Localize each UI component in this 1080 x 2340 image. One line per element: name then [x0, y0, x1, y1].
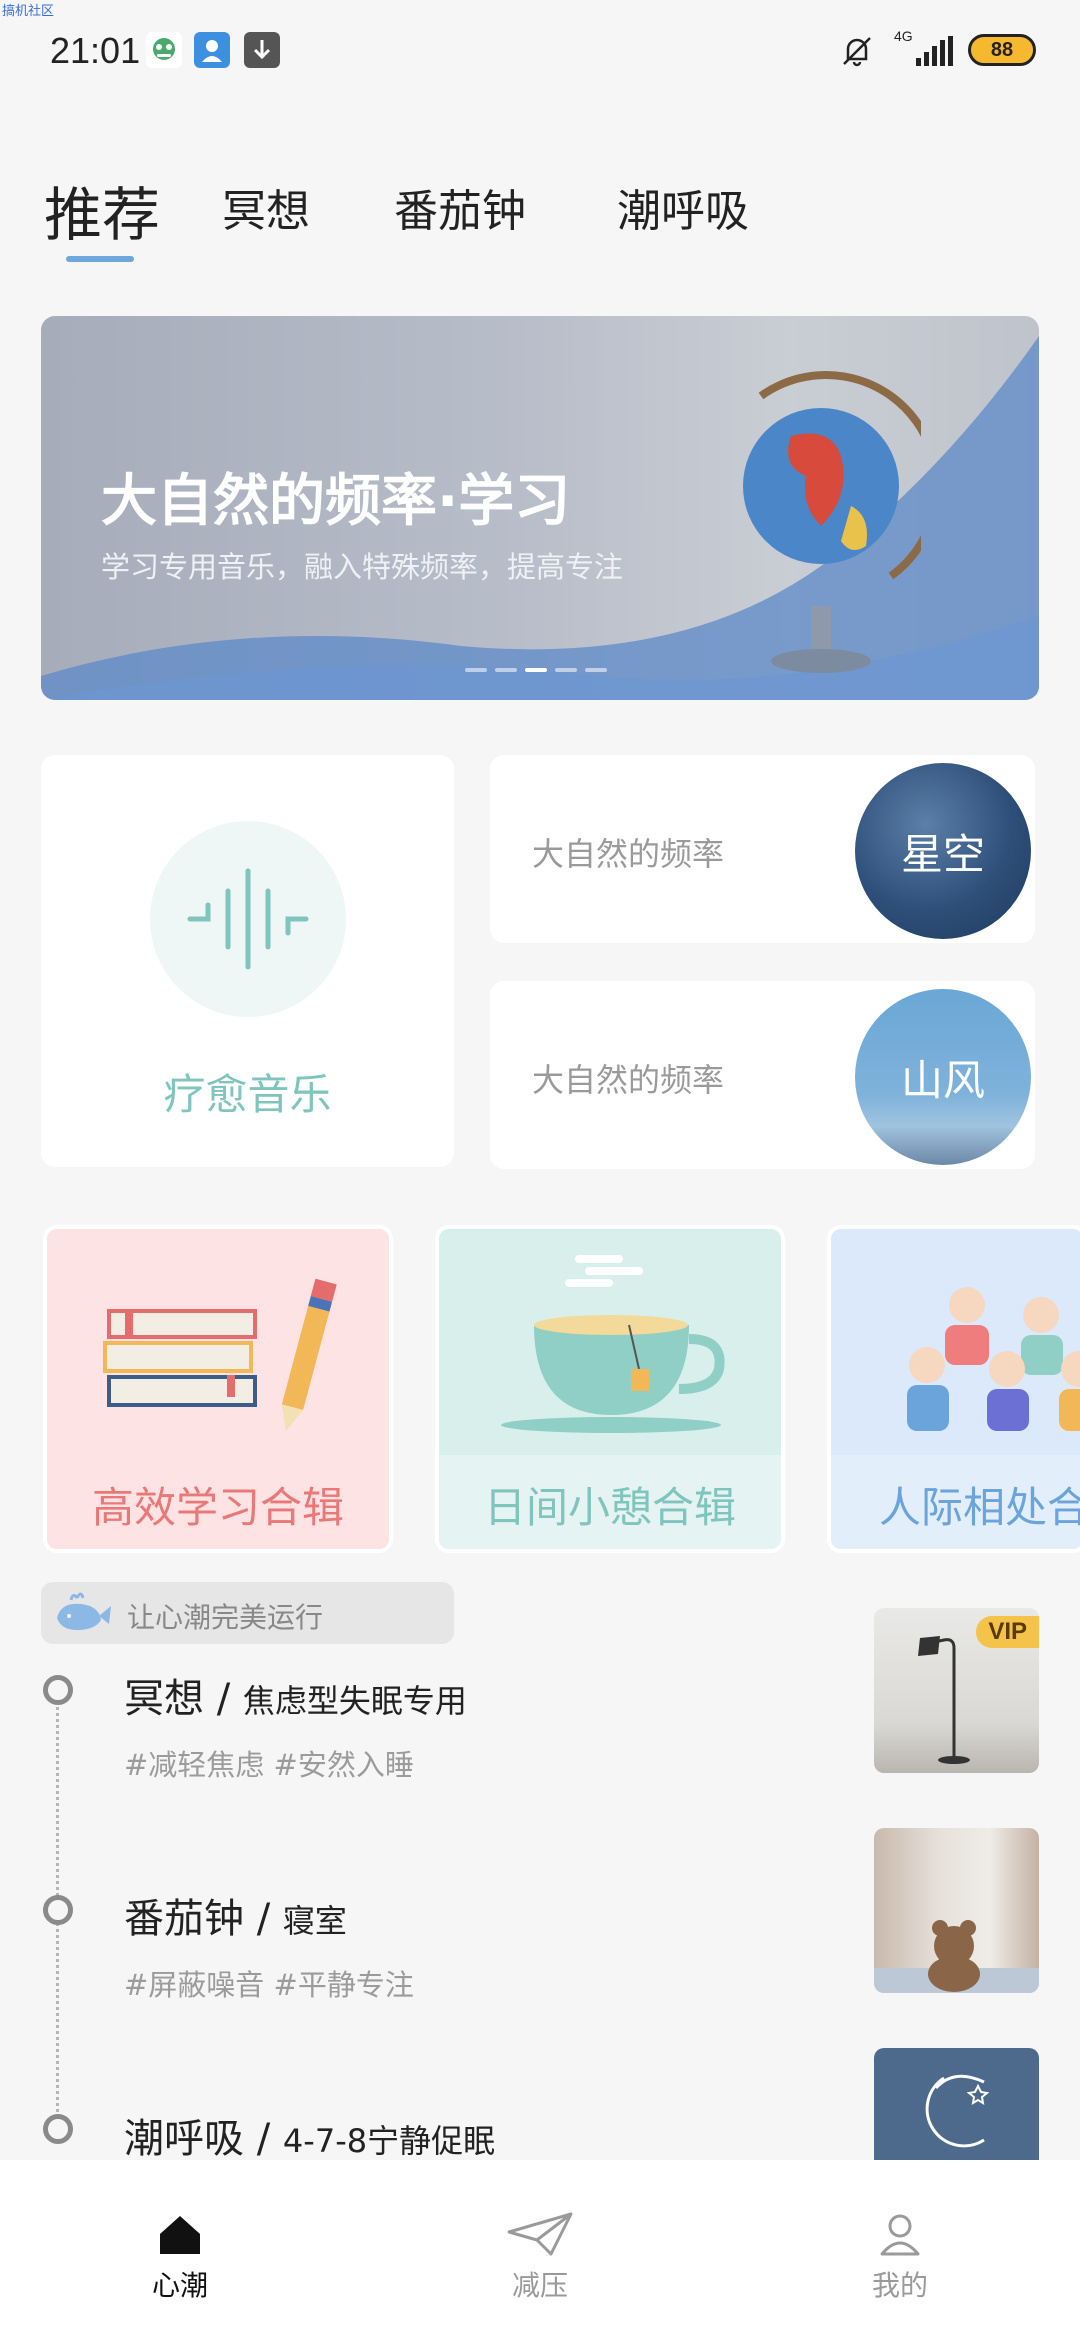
starry-sky-badge-label: 星空 [900, 829, 985, 879]
timeline-item-title[interactable]: 番茄钟 / 寝室 [124, 1886, 347, 1944]
title-separator: / [256, 1896, 271, 1942]
timeline-item-subtitle: 寝室 [282, 1902, 347, 1940]
timeline-node [43, 1895, 73, 1925]
timeline-item-name: 番茄钟 [124, 1896, 244, 1942]
teddy-bear-image [874, 1920, 1039, 1993]
banner-carousel[interactable]: 大自然的频率·学习 学习专用音乐，融入特殊频率，提高专注 [41, 316, 1039, 700]
tab-active-indicator [66, 256, 134, 262]
mountain-wind-badge: 山风 [855, 989, 1031, 1165]
tea-cup-image [439, 1229, 781, 1455]
carousel-dot [495, 668, 517, 672]
frequency-card-starry[interactable]: 大自然的频率 星空 [490, 755, 1035, 943]
timeline-thumbnail-bedroom[interactable] [874, 1828, 1039, 1993]
nav-label: 心潮 [151, 2269, 208, 2302]
tab-pomodoro[interactable]: 番茄钟 [394, 175, 526, 239]
carousel-dot-active [525, 668, 547, 672]
carousel-dot [555, 668, 577, 672]
mountain-wind-badge-label: 山风 [900, 1055, 985, 1105]
battery-icon: 88 [968, 34, 1036, 66]
sleeping-moon-icon [925, 2074, 990, 2148]
timeline-item-subtitle: 4-7-8宁静促眠 [282, 2122, 496, 2160]
app-notification-icon [194, 32, 230, 68]
sound-wave-icon [150, 821, 346, 1017]
vip-badge: VIP [976, 1616, 1039, 1648]
carousel-dot [585, 668, 607, 672]
tab-meditation[interactable]: 冥想 [222, 175, 310, 239]
network-type: 4G [894, 28, 913, 44]
starry-sky-badge: 星空 [855, 763, 1031, 939]
frequency-card-label: 大自然的频率 [532, 835, 725, 873]
timeline-item-subtitle: 焦虑型失眠专用 [242, 1682, 467, 1720]
profile-icon [880, 2214, 920, 2256]
nav-relax[interactable]: 减压 [480, 2210, 600, 2304]
nav-home[interactable]: 心潮 [120, 2210, 240, 2304]
timeline-item-name: 冥想 [124, 1676, 204, 1722]
collection-label: 日间小憩合辑 [439, 1455, 781, 1549]
carousel-indicator [465, 668, 607, 672]
paper-plane-icon [507, 2212, 573, 2256]
globe-image [743, 370, 921, 673]
title-separator: / [256, 2116, 271, 2162]
status-time: 21:01 [50, 30, 141, 71]
timeline-thumbnail-moon[interactable] [874, 2048, 1039, 2160]
mute-bell-icon [838, 32, 876, 74]
frequency-card-mountain[interactable]: 大自然的频率 山风 [490, 981, 1035, 1169]
collection-label: 高效学习合辑 [47, 1455, 389, 1549]
banner-title: 大自然的频率·学习 [101, 469, 571, 534]
title-separator: / [216, 1676, 231, 1722]
tab-recommend[interactable]: 推荐 [44, 168, 160, 252]
whale-icon [57, 1592, 111, 1630]
collection-label: 人际相处合辑 [831, 1455, 1080, 1549]
people-group-image [831, 1229, 1080, 1455]
banner-subtitle: 学习专用音乐，融入特殊频率，提高专注 [101, 550, 624, 584]
carousel-dot [465, 668, 487, 672]
download-icon [244, 32, 280, 68]
timeline-item-title[interactable]: 潮呼吸 / 4-7-8宁静促眠 [124, 2106, 495, 2164]
app-notification-icon [146, 32, 182, 68]
timeline-node [43, 1675, 73, 1705]
tab-breathing[interactable]: 潮呼吸 [617, 175, 749, 239]
healing-music-label: 疗愈音乐 [163, 1070, 332, 1119]
timeline-header-label: 让心潮完美运行 [127, 1601, 324, 1634]
timeline-item-tags: #屏蔽噪音 #平静专注 [124, 1968, 414, 2002]
collection-card-study[interactable]: 高效学习合辑 [43, 1225, 393, 1553]
timeline-item-tags: #减轻焦虑 #安然入睡 [124, 1748, 414, 1782]
timeline-header: 让心潮完美运行 [41, 1582, 454, 1644]
signal-icon [914, 36, 954, 70]
bottom-navigation: 心潮 减压 我的 [0, 2160, 1080, 2340]
timeline-node [43, 2114, 73, 2144]
home-icon [160, 2216, 200, 2254]
timeline-item-title[interactable]: 冥想 / 焦虑型失眠专用 [124, 1666, 467, 1724]
frequency-card-label: 大自然的频率 [532, 1061, 725, 1099]
collection-card-nap[interactable]: 日间小憩合辑 [435, 1225, 785, 1553]
collection-card-social[interactable]: 人际相处合辑 [827, 1225, 1080, 1553]
watermark: 搞机社区 [2, 4, 55, 19]
timeline-thumbnail-lamp[interactable]: VIP [874, 1608, 1039, 1773]
nav-label: 我的 [871, 2269, 928, 2302]
nav-label: 减压 [511, 2269, 568, 2302]
timeline-item-name: 潮呼吸 [124, 2116, 244, 2162]
books-pencil-image [47, 1229, 389, 1455]
healing-music-card[interactable]: 疗愈音乐 [41, 755, 454, 1167]
nav-profile[interactable]: 我的 [840, 2210, 960, 2304]
